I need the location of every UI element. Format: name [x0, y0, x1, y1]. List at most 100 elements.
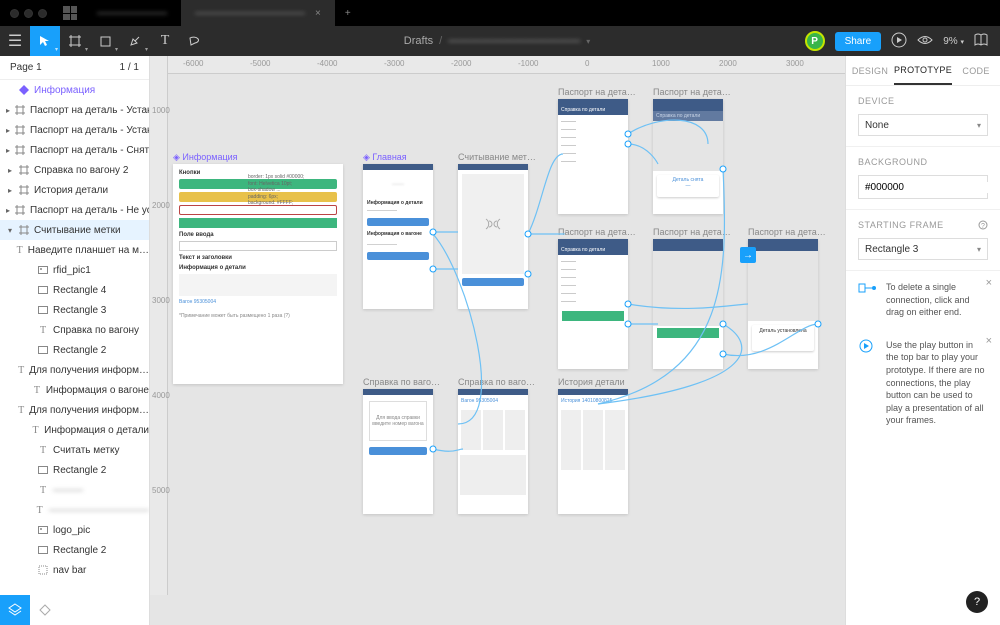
- components-toggle[interactable]: [0, 595, 30, 625]
- comment-tool[interactable]: [180, 26, 210, 56]
- titlebar: ——————— ———————————× +: [0, 0, 1000, 26]
- connection-icon: [858, 281, 878, 295]
- starting-frame-select[interactable]: Rectangle 3▾: [858, 238, 988, 260]
- tab-prototype[interactable]: PROTOTYPE: [894, 56, 952, 85]
- home-grid-icon[interactable]: [63, 6, 77, 20]
- layer-row[interactable]: ▸Паспорт на деталь - Не уст…: [0, 200, 149, 220]
- layer-row[interactable]: ▾Считывание метки: [0, 220, 149, 240]
- avatar[interactable]: P: [805, 31, 825, 51]
- text-icon: T: [38, 485, 48, 495]
- docs-button[interactable]: [974, 33, 988, 50]
- layer-row[interactable]: logo_pic: [0, 520, 149, 540]
- minimize-dot[interactable]: [24, 9, 33, 18]
- frame-label: Считывание мет…: [458, 152, 536, 162]
- play-button[interactable]: [891, 32, 907, 51]
- layer-row[interactable]: ▸История детали: [0, 180, 149, 200]
- tab-code[interactable]: CODE: [952, 56, 1000, 85]
- hint-delete-connection: × To delete a single connection, click a…: [846, 271, 1000, 329]
- layer-row[interactable]: TСправка по вагону: [0, 320, 149, 340]
- frame-label: ◈ Главная: [363, 152, 407, 163]
- layer-row[interactable]: TИнформация о вагоне: [0, 380, 149, 400]
- layer-row[interactable]: Rectangle 3: [0, 300, 149, 320]
- move-tool[interactable]: ▾: [30, 26, 60, 56]
- layer-row[interactable]: TДля получения информ…: [0, 400, 149, 420]
- close-dot[interactable]: [10, 9, 19, 18]
- layer-row[interactable]: Rectangle 2: [0, 460, 149, 480]
- page-row[interactable]: Page 1 1 / 1: [0, 56, 149, 80]
- rfid-icon: [483, 217, 503, 231]
- tab-2[interactable]: ———————————×: [181, 0, 335, 26]
- cursor-icon: [39, 35, 51, 47]
- starting-frame-label: STARTING FRAME: [858, 220, 988, 230]
- frame-hist[interactable]: История детали История 14010800825: [558, 389, 628, 514]
- hex-input[interactable]: [859, 182, 1000, 193]
- layer-row[interactable]: TСчитать метку: [0, 440, 149, 460]
- proto-start-arrow[interactable]: →: [740, 247, 756, 263]
- device-select[interactable]: None▾: [858, 114, 988, 136]
- zoom-control[interactable]: 9% ▾: [943, 36, 964, 47]
- frame-pass2[interactable]: Паспорт на дета… Справка по детали Детал…: [653, 99, 723, 214]
- layer-row[interactable]: rfid_pic1: [0, 260, 149, 280]
- frame-label: Справка по ваго…: [458, 377, 535, 387]
- layer-row[interactable]: T———: [0, 480, 149, 500]
- rectangle-icon: [100, 36, 111, 47]
- info-icon[interactable]: ?: [978, 220, 988, 230]
- background-label: BACKGROUND: [858, 157, 988, 167]
- layer-row[interactable]: TНаведите планшет на м…: [0, 240, 149, 260]
- zoom-dot[interactable]: [38, 9, 47, 18]
- tab-design[interactable]: DESIGN: [846, 56, 894, 85]
- assets-toggle[interactable]: [30, 595, 60, 625]
- frame-pass3[interactable]: Паспорт на дета… Справка по детали —————…: [558, 239, 628, 369]
- frame-main[interactable]: ◈ Главная —— Информация о детали —————— …: [363, 164, 433, 309]
- frame-ref1[interactable]: Справка по ваго… Для ввода справкивведит…: [363, 389, 433, 514]
- text-icon: T: [33, 385, 41, 395]
- frame-tool[interactable]: ▾: [60, 26, 90, 56]
- image-icon: [38, 265, 48, 275]
- layer-row[interactable]: ▸Паспорт на деталь - Снятие: [0, 140, 149, 160]
- new-tab-button[interactable]: +: [335, 0, 361, 26]
- frame-label: Паспорт на дета…: [748, 227, 826, 237]
- layer-row[interactable]: Информация: [0, 80, 149, 100]
- close-hint-icon[interactable]: ×: [986, 277, 992, 289]
- frame-ref2[interactable]: Справка по ваго… Вагон 95305004: [458, 389, 528, 514]
- layer-row[interactable]: TИнформация о детали: [0, 420, 149, 440]
- rect-icon: [38, 545, 48, 555]
- layer-row[interactable]: TДля получения информ…: [0, 360, 149, 380]
- view-button[interactable]: [917, 34, 933, 49]
- layer-row[interactable]: ▸Паспорт на деталь - Устано…: [0, 120, 149, 140]
- hint-play: × Use the play button in the top bar to …: [846, 329, 1000, 437]
- layer-row[interactable]: nav bar: [0, 560, 149, 580]
- canvas-stage[interactable]: 10002000300040005000 -6000-5000-4000-300…: [150, 56, 845, 625]
- layer-row[interactable]: Rectangle 4: [0, 280, 149, 300]
- canvas-area[interactable]: ◈ Информация Кнопки Поле ввода Текст и з…: [168, 74, 845, 625]
- layer-row[interactable]: Rectangle 2: [0, 340, 149, 360]
- frame-pass1[interactable]: Паспорт на дета… Справка по детали —————…: [558, 99, 628, 214]
- device-label: DEVICE: [858, 96, 988, 106]
- pen-icon: [129, 35, 141, 47]
- frame-pass5[interactable]: Паспорт на дета… Деталь установлена: [748, 239, 818, 369]
- layers-icon: [8, 603, 22, 617]
- share-button[interactable]: Share: [835, 32, 882, 51]
- shape-tool[interactable]: ▾: [90, 26, 120, 56]
- layer-row[interactable]: T——————————: [0, 500, 149, 520]
- text-tool[interactable]: T: [150, 26, 180, 56]
- layers-list[interactable]: Информация▸Паспорт на деталь - Устано…▸П…: [0, 80, 149, 625]
- frame-label: Паспорт на дета…: [653, 227, 731, 237]
- layer-row[interactable]: ▸Справка по вагону 2: [0, 160, 149, 180]
- component-icon: [19, 85, 29, 95]
- pen-tool[interactable]: ▾: [120, 26, 150, 56]
- frame-pass4[interactable]: Паспорт на дета…: [653, 239, 723, 369]
- tab-1[interactable]: ———————: [83, 0, 181, 26]
- frame-label: Паспорт на дета…: [558, 227, 636, 237]
- background-input[interactable]: [858, 175, 988, 199]
- frame-scan[interactable]: Считывание мет…: [458, 164, 528, 309]
- breadcrumb[interactable]: Drafts / ———————————— ▾: [404, 35, 596, 47]
- close-tab-icon[interactable]: ×: [315, 8, 321, 19]
- close-hint-icon[interactable]: ×: [986, 335, 992, 347]
- help-fab[interactable]: ?: [966, 591, 988, 613]
- play-hint-icon: [858, 339, 878, 353]
- layer-row[interactable]: Rectangle 2: [0, 540, 149, 560]
- hamburger-menu[interactable]: ☰: [0, 26, 30, 56]
- layer-row[interactable]: ▸Паспорт на деталь - Устано…: [0, 100, 149, 120]
- style-notes: border: 1px solid #00000;font: Helvetica…: [248, 174, 304, 207]
